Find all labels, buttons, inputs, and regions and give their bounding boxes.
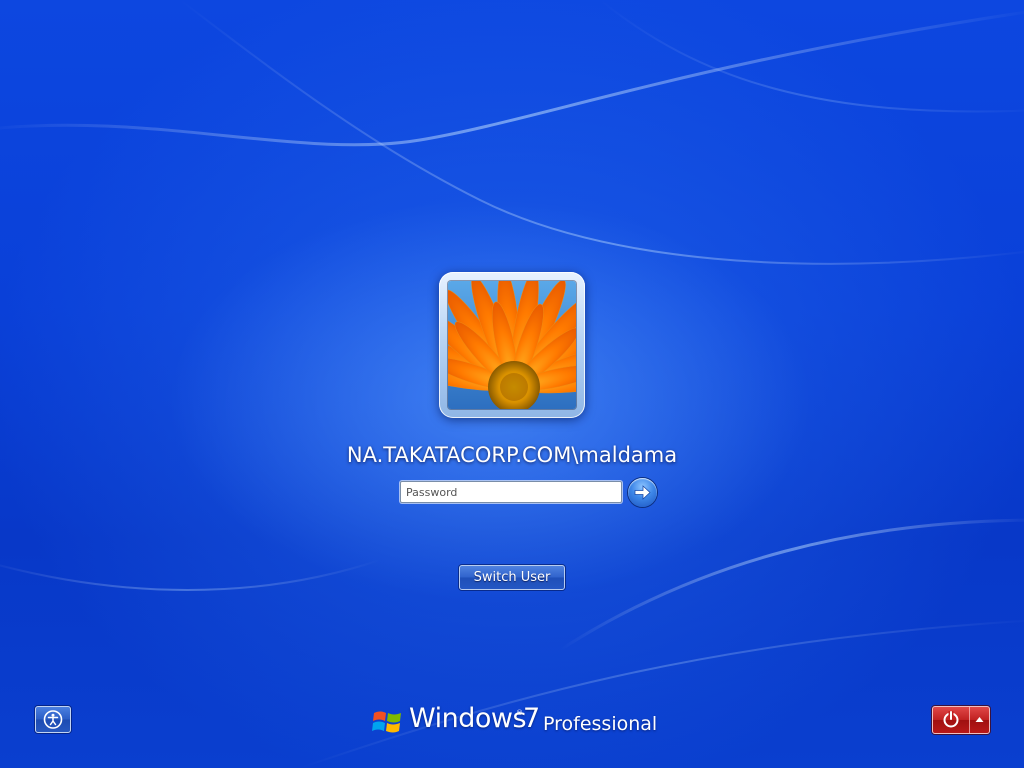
- shutdown-button[interactable]: [933, 707, 969, 733]
- password-field[interactable]: [400, 481, 622, 503]
- windows-branding: Windows ® 7 Professional: [372, 703, 662, 743]
- chevron-up-icon: [975, 717, 984, 722]
- brand-version-text: 7: [523, 703, 541, 734]
- power-icon: [943, 711, 959, 728]
- windows-flag-logo: [372, 711, 401, 733]
- submit-login-button[interactable]: [628, 478, 657, 507]
- brand-edition-text: Professional: [543, 713, 658, 735]
- switch-user-button[interactable]: Switch User: [459, 565, 565, 590]
- gerbera-flower-image: [448, 281, 576, 409]
- arrow-right-icon: [634, 485, 651, 500]
- brand-windows-text: Windows: [409, 703, 527, 734]
- ease-of-access-icon: [43, 710, 63, 729]
- user-picture: [448, 281, 576, 409]
- user-tile: [439, 272, 585, 418]
- brand-registered-mark: ®: [516, 709, 523, 717]
- shutdown-options-button[interactable]: [970, 707, 989, 733]
- user-account-name: NA.TAKATACORP.COM\maldama: [346, 443, 678, 467]
- ease-of-access-button[interactable]: [35, 706, 71, 733]
- shutdown-button-group: [932, 706, 990, 734]
